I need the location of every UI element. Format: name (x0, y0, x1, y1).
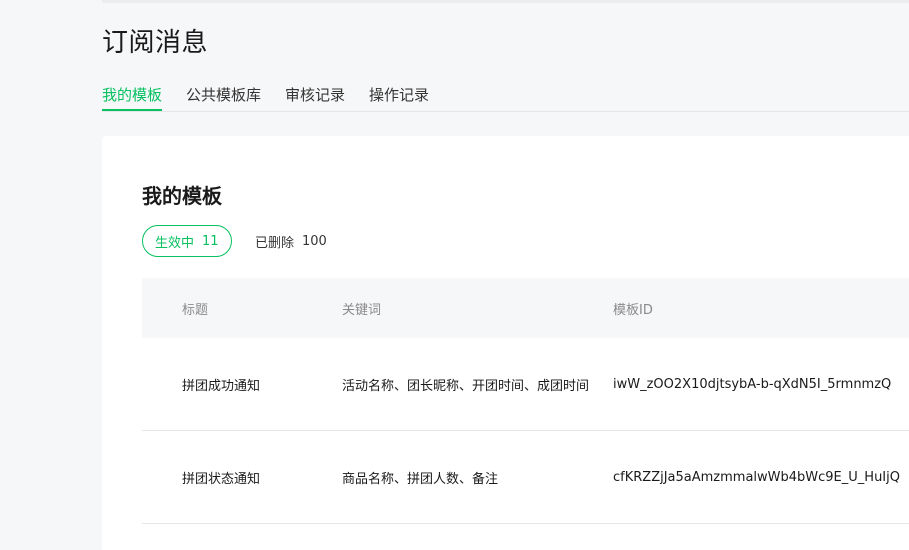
column-header-title: 标题 (182, 302, 209, 318)
column-header-keywords: 关键词 (342, 302, 382, 318)
tab-review-records[interactable]: 审核记录 (285, 84, 345, 111)
filter-deleted-button[interactable]: 已删除 100 (255, 225, 327, 257)
filter-active-label: 生效中 (155, 235, 195, 251)
template-card: 我的模板 生效中 11 已删除 100 标题 关键词 模板ID 拼团成功通知 活… (102, 136, 909, 550)
table-header: 标题 关键词 模板ID (142, 278, 909, 338)
row-template-id: iwW_zOO2X10djtsybA-b-qXdN5I_5rmnmzQ (613, 376, 892, 392)
page-title: 订阅消息 (102, 28, 209, 58)
row-template-id: cfKRZZjJa5aAmzmmalwWb4bWc9E_U_HuIjQ (613, 469, 900, 485)
column-header-template-id: 模板ID (613, 302, 653, 318)
top-divider (102, 0, 909, 3)
table-row[interactable]: 拼团状态通知 商品名称、拼团人数、备注 cfKRZZjJa5aAmzmmalwW… (142, 431, 909, 524)
tab-my-templates[interactable]: 我的模板 (102, 84, 163, 111)
tab-bar: 我的模板 公共模板库 审核记录 操作记录 (102, 84, 909, 112)
row-title: 拼团状态通知 (182, 471, 261, 487)
filter-deleted-count: 100 (302, 233, 327, 249)
row-title: 拼团成功通知 (182, 378, 261, 394)
template-table: 标题 关键词 模板ID 拼团成功通知 活动名称、团长昵称、开团时间、成团时间 i… (142, 278, 909, 524)
section-title: 我的模板 (142, 184, 222, 208)
filter-active-count: 11 (202, 233, 219, 249)
filter-deleted-label: 已删除 (255, 235, 295, 251)
tab-operation-records[interactable]: 操作记录 (369, 84, 429, 111)
row-keywords: 活动名称、团长昵称、开团时间、成团时间 (342, 378, 590, 394)
tab-public-template-library[interactable]: 公共模板库 (186, 84, 261, 111)
filter-active-button[interactable]: 生效中 11 (142, 225, 232, 257)
table-row[interactable]: 拼团成功通知 活动名称、团长昵称、开团时间、成团时间 iwW_zOO2X10dj… (142, 338, 909, 431)
row-keywords: 商品名称、拼团人数、备注 (342, 471, 499, 487)
